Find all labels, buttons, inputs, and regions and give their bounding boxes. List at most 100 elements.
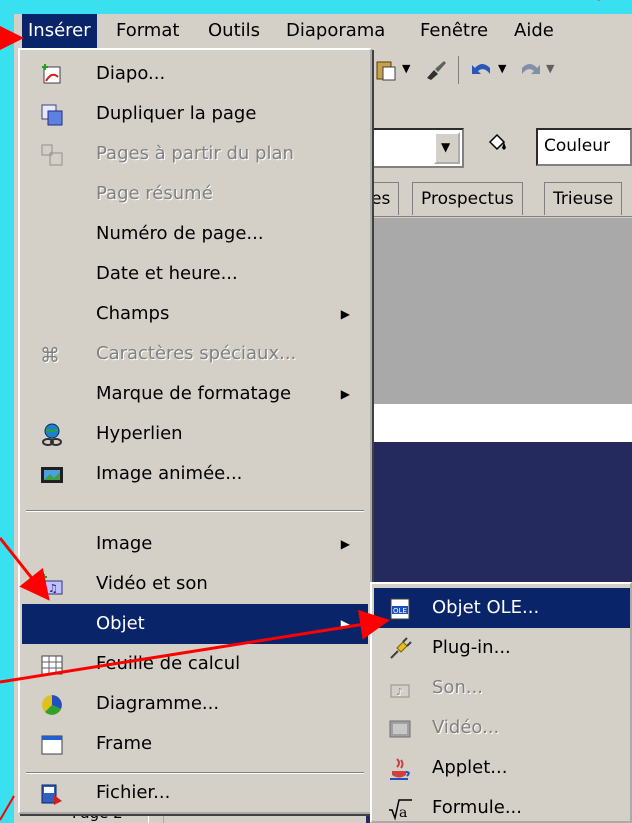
redo-dropdown-icon[interactable]: ▼ [546, 62, 554, 75]
undo-icon[interactable] [470, 58, 494, 82]
menu-item-animated-image[interactable]: Image animée... [22, 454, 368, 494]
submenu-item-label: Vidéo... [432, 717, 500, 738]
submenu-item-applet[interactable]: Applet... [374, 748, 630, 788]
submenu-arrow-icon: ▶ [340, 307, 350, 321]
view-tabs: es Prospectus Trieuse [362, 176, 632, 217]
menu-item-label: Caractères spéciaux... [96, 343, 297, 364]
submenu-item-video: Vidéo... [374, 708, 630, 748]
menu-item-chart[interactable]: Diagramme... [22, 684, 368, 724]
menu-item-label: Feuille de calcul [96, 653, 241, 674]
menu-item-label: Vidéo et son [96, 573, 208, 594]
svg-text:♫: ♫ [48, 582, 58, 595]
svg-text:♪: ♪ [396, 687, 402, 698]
menu-item-video-sound[interactable]: ♫ Vidéo et son [22, 564, 368, 604]
menu-item-slide[interactable]: Diapo... [22, 54, 368, 94]
menu-item-date-time[interactable]: Date et heure... [22, 254, 368, 294]
style-combo[interactable]: ▼ [366, 128, 464, 168]
submenu-item-label: Son... [432, 677, 484, 698]
menu-item-label: Date et heure... [96, 263, 238, 284]
menu-item-file[interactable]: Fichier... [22, 774, 368, 812]
formula-icon: a [389, 799, 412, 821]
menu-item-label: Diagramme... [96, 693, 220, 714]
menu-item-object[interactable]: Objet ▶ [22, 604, 368, 644]
chevron-down-icon: ▼ [441, 140, 451, 154]
new-slide-icon [42, 64, 61, 84]
submenu-arrow-icon: ▶ [340, 617, 350, 631]
menu-item-label: Pages à partir du plan [96, 143, 294, 164]
tab-handouts[interactable]: Prospectus [412, 182, 523, 215]
submenu-item-label: Formule... [432, 797, 522, 818]
application-window: Insérer Format Outils Diaporama Fenêtre … [14, 14, 632, 823]
menu-item-pages-from-outline: Pages à partir du plan [22, 134, 368, 174]
menu-separator [26, 510, 364, 512]
chart-icon [42, 695, 62, 715]
svg-text:a: a [399, 805, 407, 821]
menu-help[interactable]: Aide [508, 14, 560, 48]
menu-item-spreadsheet[interactable]: Feuille de calcul [22, 644, 368, 684]
format-paintbrush-icon[interactable] [424, 58, 448, 82]
menu-item-formatting-mark[interactable]: Marque de formatage ▶ [22, 374, 368, 414]
menu-item-label: Fichier... [96, 782, 171, 803]
arrow-fragment-bottom [0, 795, 15, 821]
submenu-item-sound: ♪ Son... [374, 668, 630, 708]
fill-bucket-icon[interactable] [484, 132, 508, 156]
object-submenu: OLE Objet OLE... Plug-in... ♪ Son... Vid… [370, 582, 632, 823]
menu-item-frame[interactable]: Frame [22, 724, 368, 764]
menu-item-label: Diapo... [96, 63, 166, 84]
area-style-combo[interactable]: Couleur [536, 128, 632, 166]
menu-item-hyperlink[interactable]: Hyperlien [22, 414, 368, 454]
menu-item-label: Image [96, 533, 153, 554]
menu-item-label: Objet [96, 613, 145, 634]
submenu-item-plugin[interactable]: Plug-in... [374, 628, 630, 668]
workspace-strip [366, 404, 632, 442]
menu-item-fields[interactable]: Champs ▶ [22, 294, 368, 334]
menu-window[interactable]: Fenêtre [414, 14, 494, 48]
paste-icon[interactable] [374, 58, 398, 82]
style-combo-button[interactable]: ▼ [434, 132, 460, 164]
tab-slide-sorter[interactable]: Trieuse [544, 182, 623, 215]
plugin-icon [390, 637, 412, 659]
animated-image-icon [41, 467, 63, 483]
menu-item-image[interactable]: Image ▶ [22, 524, 368, 564]
submenu-item-formula[interactable]: a Formule... [374, 788, 630, 823]
workspace-background [366, 218, 632, 404]
menu-item-label: Hyperlien [96, 423, 183, 444]
file-icon [41, 784, 62, 805]
submenu-item-ole-object[interactable]: OLE Objet OLE... [374, 588, 630, 628]
menu-format[interactable]: Format [110, 14, 185, 48]
menu-slideshow[interactable]: Diaporama [280, 14, 391, 48]
redo-icon[interactable] [518, 58, 542, 82]
menu-item-label: Dupliquer la page [96, 103, 257, 124]
toolbar-separator [458, 56, 459, 84]
video-sound-icon: ♫ [41, 574, 63, 595]
menu-item-label: Frame [96, 733, 153, 754]
ole-icon: OLE [390, 598, 410, 620]
menu-item-duplicate-page[interactable]: Dupliquer la page [22, 94, 368, 134]
menu-item-special-characters: ⌘ Caractères spéciaux... [22, 334, 368, 374]
submenu-item-label: Plug-in... [432, 637, 511, 658]
menu-tools[interactable]: Outils [202, 14, 266, 48]
menu-item-page-number[interactable]: Numéro de page... [22, 214, 368, 254]
spreadsheet-icon [41, 655, 63, 675]
pages-from-outline-icon [41, 144, 63, 166]
submenu-item-label: Objet OLE... [432, 597, 540, 618]
menu-item-summary-page: Page résumé [22, 174, 368, 214]
menu-bar: Insérer Format Outils Diaporama Fenêtre … [14, 14, 632, 48]
applet-icon [390, 758, 410, 780]
menu-item-label: Numéro de page... [96, 223, 264, 244]
insert-menu: Diapo... Dupliquer la page Pages à parti… [18, 48, 372, 814]
menu-item-label: Page résumé [96, 183, 213, 204]
paste-dropdown-icon[interactable]: ▼ [402, 62, 410, 75]
menu-insert[interactable]: Insérer [22, 14, 97, 48]
undo-dropdown-icon[interactable]: ▼ [498, 62, 506, 75]
svg-text:OLE: OLE [393, 607, 407, 615]
frame-icon [41, 735, 63, 755]
submenu-arrow-icon: ▶ [340, 387, 350, 401]
submenu-arrow-icon: ▶ [340, 537, 350, 551]
menu-item-label: Image animée... [96, 463, 243, 484]
screenshot-frame: Insérer Format Outils Diaporama Fenêtre … [0, 0, 632, 823]
duplicate-page-icon [41, 104, 63, 126]
submenu-item-label: Applet... [432, 757, 508, 778]
hyperlink-icon [42, 423, 62, 446]
special-chars-icon: ⌘ [40, 343, 60, 367]
